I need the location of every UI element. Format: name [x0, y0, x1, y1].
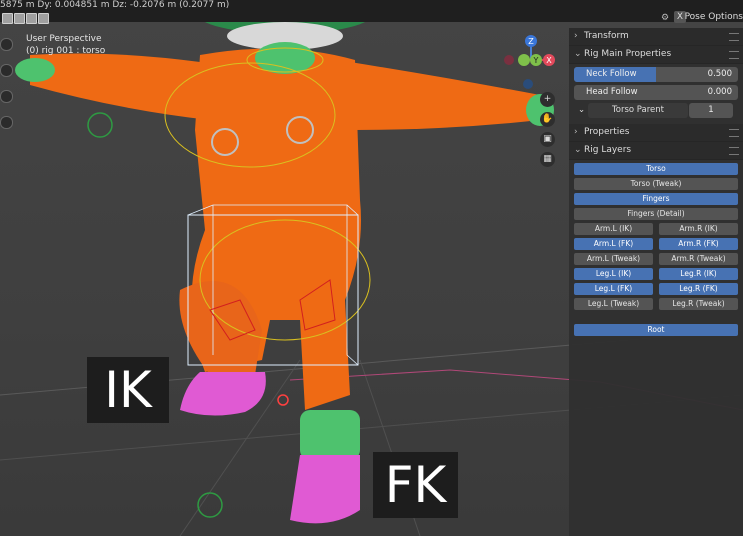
axis-z-label: Z [528, 37, 534, 46]
neck-follow-slider[interactable]: Neck Follow 0.500 [574, 67, 738, 82]
layer-arm-r-fk-button[interactable]: Arm.R (FK) [659, 238, 738, 250]
rig-layers-section-header[interactable]: ⌄ Rig Layers [569, 142, 743, 160]
select-invert-icon[interactable] [38, 13, 49, 24]
pose-gizmo-icon[interactable]: ⚙ [661, 13, 671, 23]
neck-follow-label: Neck Follow [586, 69, 637, 79]
drag-grip-icon[interactable] [729, 129, 739, 137]
rig-main-header-label: Rig Main Properties [584, 49, 672, 59]
properties-section-header[interactable]: › Properties [569, 124, 743, 142]
layer-leg-r-ik-button[interactable]: Leg.R (IK) [659, 268, 738, 280]
ik-overlay-label: IK [87, 357, 169, 423]
layer-arm-r-tweak-button[interactable]: Arm.R (Tweak) [659, 253, 738, 265]
left-arm [30, 53, 210, 120]
layer-leg-l-ik-button[interactable]: Leg.L (IK) [574, 268, 653, 280]
neck [255, 42, 315, 74]
select-subtract-icon[interactable] [26, 13, 37, 24]
torso-parent-value[interactable]: 1 [689, 103, 733, 118]
fk-overlay-label: FK [373, 452, 458, 518]
pose-options-menu[interactable]: Pose Options [685, 12, 743, 22]
layer-root-button[interactable]: Root [574, 324, 738, 336]
layer-arm-l-fk-button[interactable]: Arm.L (FK) [574, 238, 653, 250]
drag-grip-icon[interactable] [729, 33, 739, 41]
header-bar: 5875 m Dy: 0.004851 m Dz: -0.2076 m (0.2… [0, 0, 743, 24]
3d-cursor [277, 394, 289, 406]
drag-grip-icon[interactable] [729, 147, 739, 155]
layer-leg-r-fk-button[interactable]: Leg.R (FK) [659, 283, 738, 295]
transform-status: 5875 m Dy: 0.004851 m Dz: -0.2076 m (0.2… [0, 0, 230, 10]
rig-main-section-header[interactable]: ⌄ Rig Main Properties [569, 46, 743, 64]
grid-icon[interactable]: ▦ [540, 152, 555, 167]
layer-leg-r-tweak-button[interactable]: Leg.R (Tweak) [659, 298, 738, 310]
rotate-tool-icon[interactable] [0, 90, 13, 103]
rig-layers-header-label: Rig Layers [584, 145, 632, 155]
right-foot [290, 455, 360, 524]
left-toolbar [0, 38, 13, 142]
sidebar-panel: › Transform ⌄ Rig Main Properties Neck Fol… [569, 28, 743, 536]
axis-y-label: Y [533, 56, 539, 65]
perspective-label: User Perspective [26, 34, 102, 44]
scale-tool-icon[interactable] [0, 116, 13, 129]
chevron-right-icon: › [574, 127, 578, 137]
layer-arm-r-ik-button[interactable]: Arm.R (IK) [659, 223, 738, 235]
zoom-icon[interactable]: + [540, 92, 555, 107]
chevron-down-icon: ⌄ [574, 49, 582, 59]
torso-parent-row[interactable]: ⌄ Torso Parent 1 [574, 103, 738, 118]
transform-header-label: Transform [584, 31, 629, 41]
layer-arm-l-ik-button[interactable]: Arm.L (IK) [574, 223, 653, 235]
drag-grip-icon[interactable] [729, 51, 739, 59]
select-extend-icon[interactable] [14, 13, 25, 24]
left-hand [15, 58, 55, 82]
rig-ring [87, 112, 113, 138]
select-mode-icon[interactable] [2, 13, 13, 24]
right-shin [300, 410, 360, 460]
layer-leg-l-fk-button[interactable]: Leg.L (FK) [574, 283, 653, 295]
chevron-down-icon: ⌄ [574, 145, 582, 155]
head-follow-value: 0.000 [707, 87, 732, 97]
layer-fingers-detail-button[interactable]: Fingers (Detail) [574, 208, 738, 220]
axis-gizmo-icon: Z Y X [504, 35, 555, 89]
chevron-down-icon[interactable]: ⌄ [578, 103, 585, 118]
navigation-gizmo[interactable]: Z Y X [503, 32, 559, 94]
layer-fingers-button[interactable]: Fingers [574, 193, 738, 205]
properties-header-label: Properties [584, 127, 630, 137]
head-follow-slider[interactable]: Head Follow 0.000 [574, 85, 738, 100]
object-label: (0) rig 001 : torso [26, 46, 106, 56]
head-follow-label: Head Follow [586, 87, 638, 97]
move-tool-icon[interactable] [0, 64, 13, 77]
axis-x-label: X [546, 56, 552, 65]
neck-follow-value: 0.500 [707, 69, 732, 79]
layer-torso-tweak-button[interactable]: Torso (Tweak) [574, 178, 738, 190]
transform-section-header[interactable]: › Transform [569, 28, 743, 46]
torso-parent-label: Torso Parent [588, 103, 688, 118]
viewport-info: User Perspective (0) rig 001 : torso [26, 33, 105, 57]
chevron-right-icon: › [574, 31, 578, 41]
layer-torso-button[interactable]: Torso [574, 163, 738, 175]
layer-leg-l-tweak-button[interactable]: Leg.L (Tweak) [574, 298, 653, 310]
layer-arm-l-tweak-button[interactable]: Arm.L (Tweak) [574, 253, 653, 265]
cursor-tool-icon[interactable] [0, 38, 13, 51]
pan-hand-icon[interactable]: ✋ [540, 112, 555, 127]
camera-icon[interactable]: ▣ [540, 132, 555, 147]
